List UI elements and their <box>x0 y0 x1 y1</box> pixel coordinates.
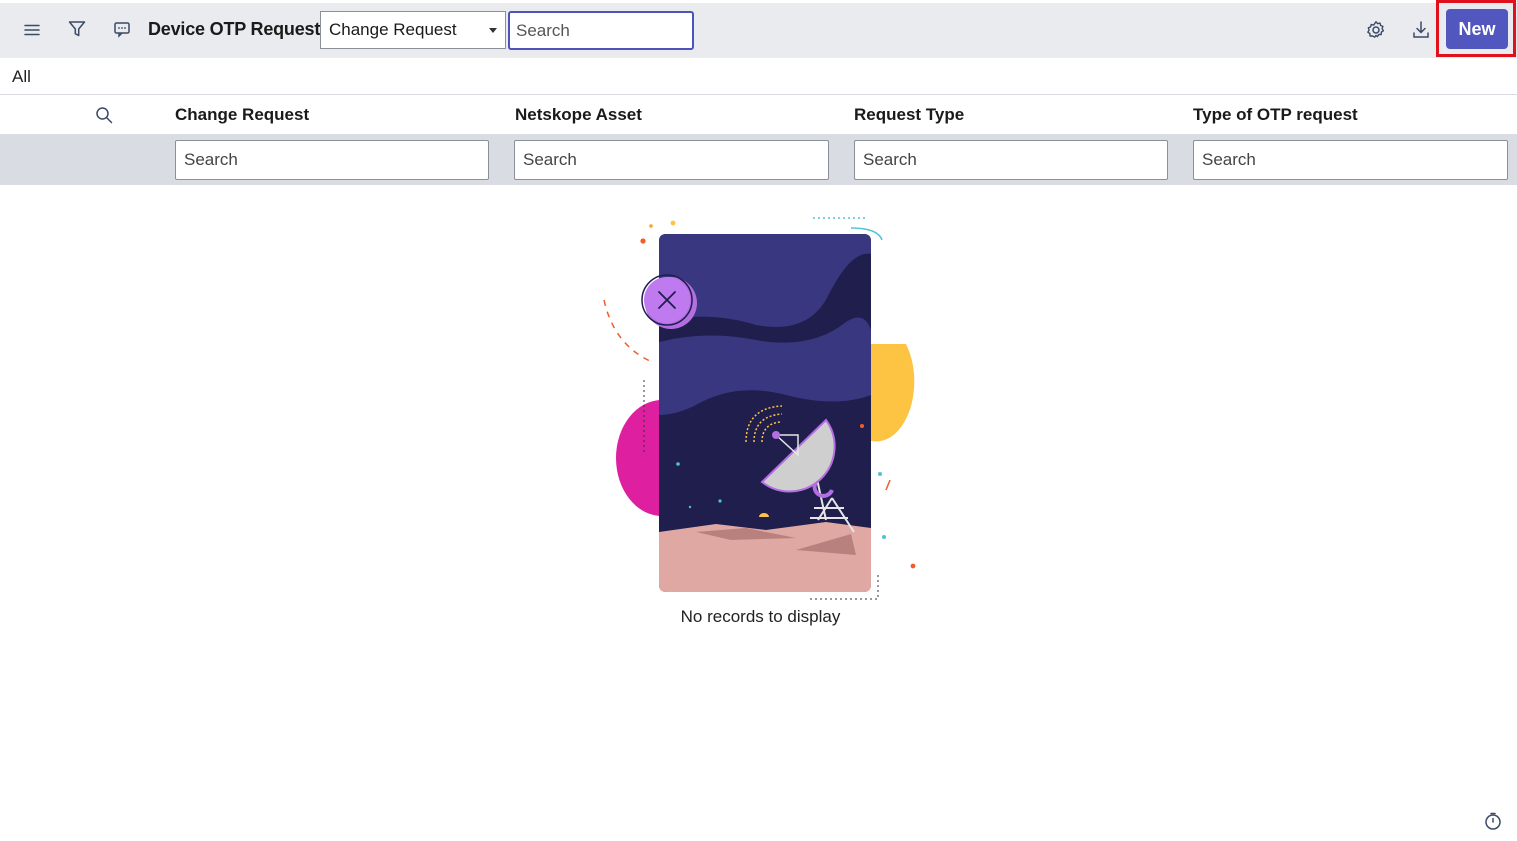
table-header-row: Change Request Netskope Asset Request Ty… <box>0 95 1517 134</box>
field-select[interactable]: Change Request <box>320 11 506 49</box>
filter-funnel-icon[interactable] <box>62 14 92 44</box>
column-header-change-request[interactable]: Change Request <box>175 105 309 125</box>
column-header-type-of-otp-request[interactable]: Type of OTP request <box>1193 105 1358 125</box>
gear-icon[interactable] <box>1361 15 1391 45</box>
download-icon[interactable] <box>1406 15 1436 45</box>
stopwatch-icon[interactable] <box>1482 810 1504 832</box>
search-type-of-otp-request-input[interactable] <box>1193 140 1508 180</box>
list-toolbar: Device OTP Requests Change Request <box>0 3 1517 58</box>
page-title: Device OTP Requests <box>148 19 330 39</box>
column-header-netskope-asset[interactable]: Netskope Asset <box>515 105 642 125</box>
breadcrumb: All <box>0 58 1517 95</box>
chat-bubble-icon[interactable] <box>107 14 137 44</box>
breadcrumb-all[interactable]: All <box>12 67 31 87</box>
field-select-value: Change Request <box>329 20 457 39</box>
search-request-type-input[interactable] <box>854 140 1168 180</box>
empty-state-illustration <box>603 217 916 600</box>
chevron-down-icon <box>489 28 497 33</box>
search-input[interactable] <box>508 11 694 50</box>
empty-state-message: No records to display <box>680 607 841 626</box>
hamburger-menu-icon[interactable] <box>17 15 47 45</box>
column-header-request-type[interactable]: Request Type <box>854 105 964 125</box>
search-change-request-input[interactable] <box>175 140 489 180</box>
search-netskope-asset-input[interactable] <box>514 140 829 180</box>
new-button[interactable]: New <box>1446 9 1508 49</box>
column-search-row <box>0 134 1517 185</box>
search-icon[interactable] <box>89 100 119 130</box>
